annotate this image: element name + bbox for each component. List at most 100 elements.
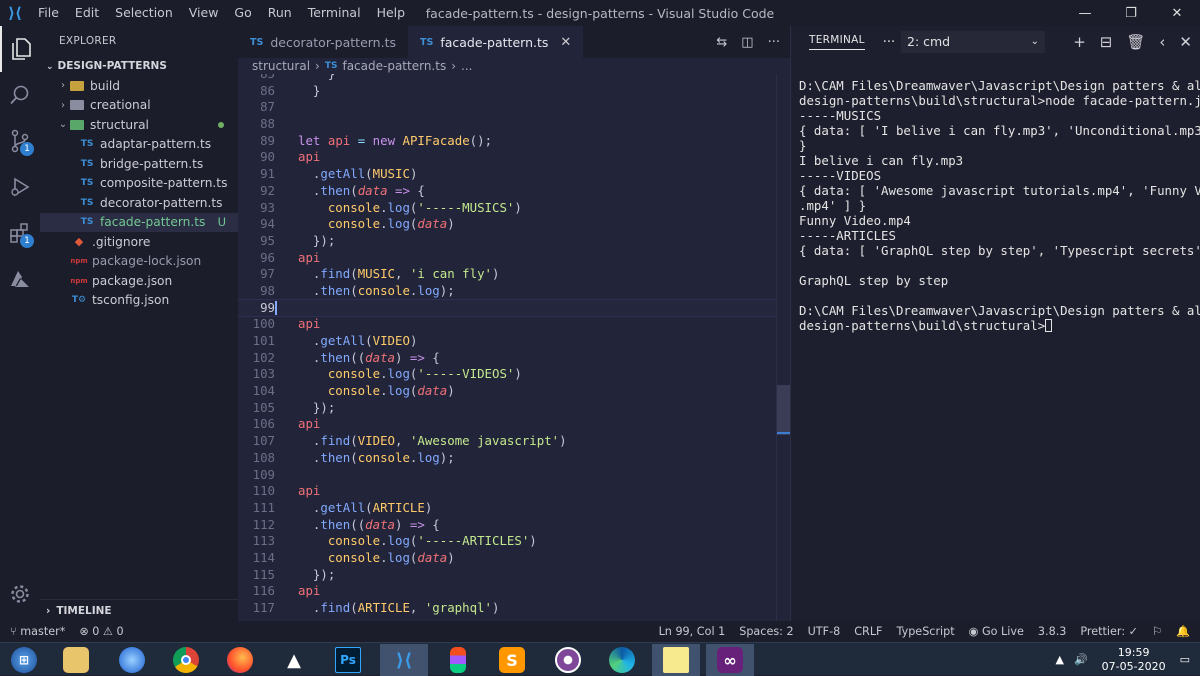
code-line: 90 api: [238, 149, 790, 166]
close-button[interactable]: ✕: [1154, 0, 1200, 26]
tree-item-adaptar[interactable]: TS adaptar-pattern.ts: [40, 135, 238, 155]
line-ending[interactable]: CRLF: [854, 625, 882, 638]
problems-indicator[interactable]: ⊗ 0 ⚠ 0: [79, 625, 123, 638]
code-line: 85 }: [238, 74, 790, 83]
breadcrumb-folder[interactable]: structural: [252, 58, 310, 74]
taskbar-edge[interactable]: [598, 644, 646, 676]
minimize-button[interactable]: —: [1062, 0, 1108, 26]
run-debug-activity[interactable]: [0, 164, 40, 210]
menu-go[interactable]: Go: [226, 0, 259, 26]
menu-terminal[interactable]: Terminal: [300, 0, 369, 26]
maximize-button[interactable]: ❐: [1108, 0, 1154, 26]
language-mode[interactable]: TypeScript: [897, 625, 955, 638]
chevron-down-icon: ⌄: [46, 62, 54, 72]
tab-terminal[interactable]: TERMINAL: [809, 34, 865, 50]
split-terminal-icon[interactable]: ⊟: [1100, 33, 1113, 51]
terminal-output[interactable]: D:\CAM Files\Dreamwaver\Javascript\Desig…: [791, 58, 1200, 333]
taskbar-vscode[interactable]: ⟩⟨: [380, 644, 428, 676]
breadcrumb-file[interactable]: facade-pattern.ts: [342, 58, 446, 74]
branch-name: master*: [20, 625, 66, 638]
tree-item-composite[interactable]: TS composite-pattern.ts: [40, 174, 238, 194]
menu-selection[interactable]: Selection: [107, 0, 181, 26]
scrollbar-thumb[interactable]: [777, 385, 790, 435]
terminal-line: }: [799, 138, 807, 153]
start-button[interactable]: ⊞: [0, 644, 48, 676]
explorer-activity[interactable]: [0, 26, 40, 72]
close-tab-icon[interactable]: ✕: [560, 35, 571, 50]
taskbar-inkscape[interactable]: ▲: [270, 644, 318, 676]
split-editor-icon[interactable]: ◫: [741, 35, 753, 50]
search-icon: [10, 85, 29, 105]
menu-help[interactable]: Help: [369, 0, 414, 26]
more-actions-icon[interactable]: ···: [768, 35, 780, 50]
cursor-position[interactable]: Ln 99, Col 1: [659, 625, 726, 638]
typescript-version[interactable]: 3.8.3: [1038, 625, 1066, 638]
breadcrumb-symbol[interactable]: ...: [461, 58, 472, 74]
azure-activity[interactable]: [0, 256, 40, 302]
tree-item-label: bridge-pattern.ts: [100, 156, 204, 171]
tree-item-build[interactable]: › build: [40, 76, 238, 96]
tree-item-gitignore[interactable]: ◆ .gitignore: [40, 232, 238, 252]
tree-item-package[interactable]: npm package.json: [40, 271, 238, 291]
code-line: 114 console.log(data): [238, 550, 790, 567]
tree-item-structural[interactable]: ⌄ structural: [40, 115, 238, 135]
code-editor[interactable]: 85 } 86 } 87 88 89let api = new APIFacad…: [238, 74, 790, 621]
line-number: 92: [260, 182, 275, 198]
timeline-section-header[interactable]: › TIMELINE: [40, 599, 238, 621]
clock[interactable]: 19:59 07-05-2020: [1102, 646, 1166, 674]
encoding[interactable]: UTF-8: [808, 625, 841, 638]
chevron-up-icon[interactable]: ▲: [1055, 653, 1063, 666]
taskbar-figma[interactable]: [434, 644, 482, 676]
taskbar-chrome[interactable]: [162, 644, 210, 676]
chevron-left-icon[interactable]: ‹: [1159, 33, 1165, 51]
tree-item-bridge[interactable]: TS bridge-pattern.ts: [40, 154, 238, 174]
menu-file[interactable]: File: [30, 0, 67, 26]
taskbar-firefox[interactable]: [216, 644, 264, 676]
source-control-activity[interactable]: 1: [0, 118, 40, 164]
cursor-position-marker: [777, 432, 790, 434]
more-actions-icon[interactable]: ···: [883, 35, 895, 50]
go-live-button[interactable]: ◉ Go Live: [969, 625, 1024, 638]
line-number: 115: [252, 566, 275, 582]
search-activity[interactable]: [0, 72, 40, 118]
volume-icon[interactable]: 🔊: [1074, 653, 1088, 666]
code-line: 104 console.log(data): [238, 383, 790, 400]
taskbar-tor[interactable]: [544, 644, 592, 676]
trash-icon[interactable]: 🗑: [1126, 33, 1145, 51]
tree-item-creational[interactable]: › creational: [40, 96, 238, 116]
menu-view[interactable]: View: [181, 0, 227, 26]
indentation[interactable]: Spaces: 2: [739, 625, 793, 638]
tree-item-facade[interactable]: TS facade-pattern.ts U: [40, 212, 238, 232]
notifications-icon[interactable]: 🔔: [1176, 625, 1190, 638]
tab-decorator-pattern[interactable]: TS decorator-pattern.ts: [238, 26, 408, 58]
figma-icon: [450, 647, 466, 673]
extensions-activity[interactable]: 1: [0, 210, 40, 256]
project-section-header[interactable]: ⌄ DESIGN-PATTERNS: [40, 56, 238, 76]
tree-item-decorator[interactable]: TS decorator-pattern.ts: [40, 193, 238, 213]
terminal-selector[interactable]: 2: cmd ⌄: [901, 31, 1045, 53]
close-panel-icon[interactable]: ✕: [1179, 33, 1192, 51]
taskbar-photoshop[interactable]: Ps: [324, 644, 372, 676]
taskbar-file-explorer[interactable]: [52, 644, 100, 676]
open-changes-icon[interactable]: ⇆: [716, 35, 727, 50]
tree-item-package-lock[interactable]: npm package-lock.json: [40, 252, 238, 272]
new-terminal-icon[interactable]: +: [1073, 33, 1086, 51]
taskbar-sublime[interactable]: S: [488, 644, 536, 676]
terminal-prompt: design-patterns\build\structural>: [799, 318, 1046, 333]
branch-indicator[interactable]: ⑂ master*: [10, 625, 65, 638]
notification-center-icon[interactable]: ▭: [1180, 653, 1190, 666]
taskbar-sticky-notes[interactable]: [652, 644, 700, 676]
menu-edit[interactable]: Edit: [67, 0, 107, 26]
typescript-file-icon: TS: [324, 61, 338, 71]
untracked-status: U: [217, 215, 226, 230]
tree-item-tsconfig[interactable]: T⚙ tsconfig.json: [40, 291, 238, 311]
menu-run[interactable]: Run: [260, 0, 300, 26]
manage-activity[interactable]: [0, 571, 40, 617]
tab-facade-pattern[interactable]: TS facade-pattern.ts ✕: [408, 26, 584, 58]
editor-scrollbar[interactable]: [776, 74, 790, 621]
line-number: 116: [252, 583, 275, 599]
taskbar-visual-studio[interactable]: ∞: [706, 644, 754, 676]
taskbar-firefox-developer[interactable]: [108, 644, 156, 676]
feedback-icon[interactable]: ⚐: [1152, 625, 1162, 638]
prettier-status[interactable]: Prettier: ✓: [1080, 625, 1138, 638]
